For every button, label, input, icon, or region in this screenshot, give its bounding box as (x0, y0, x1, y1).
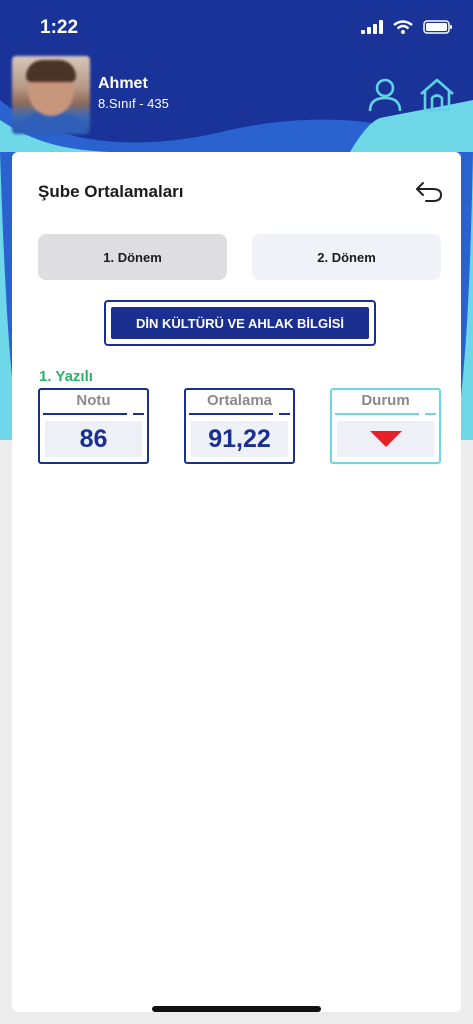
student-class: 8.Sınıf - 435 (98, 96, 169, 111)
tab-term-2[interactable]: 2. Dönem (252, 234, 441, 280)
user-icon[interactable] (366, 76, 404, 114)
status-value (337, 421, 434, 457)
wifi-icon (393, 20, 413, 34)
grade-value: 86 (45, 421, 142, 457)
down-arrow-icon (369, 431, 402, 447)
battery-icon (423, 20, 452, 34)
status-box: Durum (330, 388, 441, 464)
tab-term-2-label: 2. Dönem (317, 249, 376, 265)
tab-term-1-label: 1. Dönem (103, 249, 162, 265)
subject-button[interactable]: DİN KÜLTÜRÜ VE AHLAK BİLGİSİ (104, 300, 376, 346)
average-title: Ortalama (206, 392, 273, 409)
profile-header: Ahmet 8.Sınıf - 435 (12, 56, 461, 136)
status-time: 1:22 (40, 17, 79, 38)
subject-label: DİN KÜLTÜRÜ VE AHLAK BİLGİSİ (136, 315, 344, 331)
content-card: Şube Ortalamaları 1. Dönem 2. Dönem DİN … (12, 152, 461, 1012)
grade-title: Notu (76, 392, 111, 409)
average-value: 91,22 (191, 421, 288, 457)
home-icon[interactable] (418, 76, 456, 114)
signal-icon (361, 20, 383, 34)
average-box: Ortalama 91,22 (184, 388, 295, 464)
status-title: Durum (361, 392, 410, 409)
avatar (12, 56, 90, 134)
status-icons (361, 20, 453, 34)
home-indicator (152, 1006, 321, 1012)
tab-term-1[interactable]: 1. Dönem (38, 234, 227, 280)
back-icon[interactable] (414, 180, 444, 204)
grade-box: Notu 86 (38, 388, 149, 464)
status-bar: 1:22 (0, 0, 473, 56)
page-title: Şube Ortalamaları (38, 182, 184, 201)
exam-label: 1. Yazılı (39, 368, 93, 385)
student-name: Ahmet (98, 75, 148, 92)
